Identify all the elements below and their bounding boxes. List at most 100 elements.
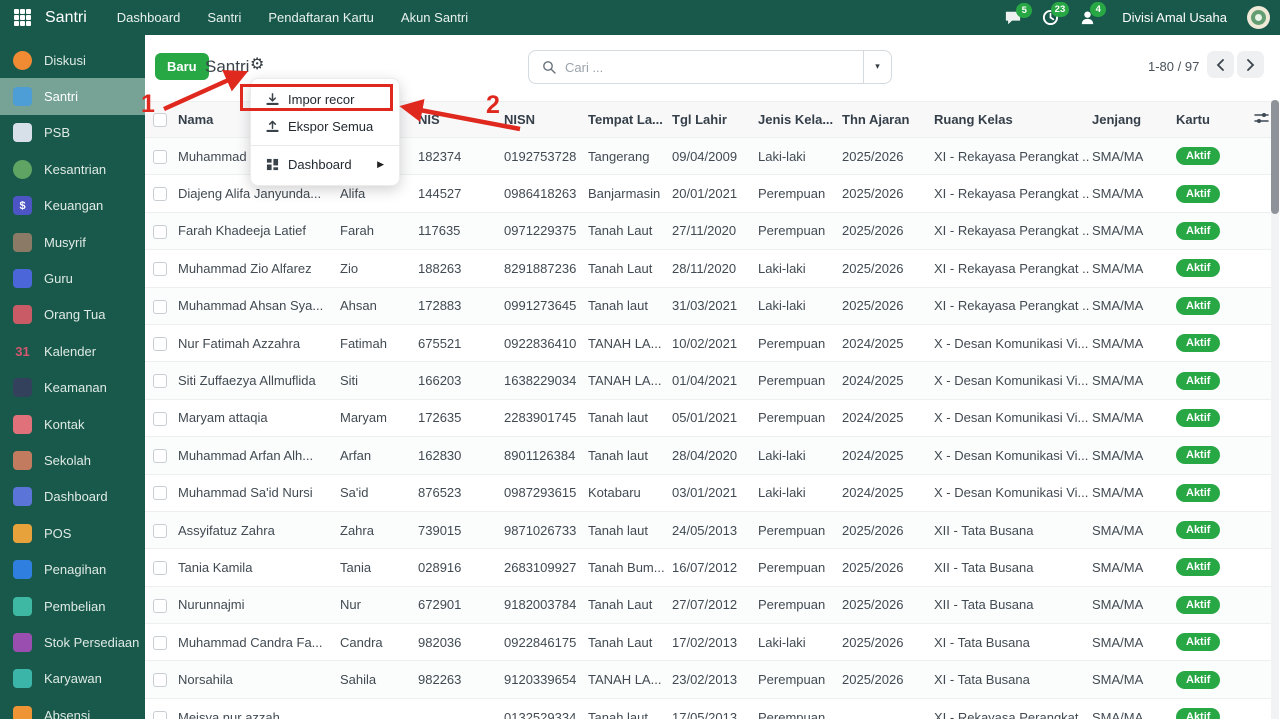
row-checkbox[interactable] — [153, 336, 167, 351]
sidebar-item-orang-tua[interactable]: Orang Tua — [0, 297, 145, 333]
sidebar-item-kalender[interactable]: 31 Kalender — [0, 333, 145, 369]
table-row[interactable]: Norsahila Sahila 982263 9120339654 TANAH… — [145, 660, 1272, 699]
sidebar-item-keamanan[interactable]: Keamanan — [0, 370, 145, 406]
row-checkbox[interactable] — [153, 710, 167, 719]
nav-link-dashboard[interactable]: Dashboard — [117, 10, 181, 25]
nav-link-santri[interactable]: Santri — [207, 10, 241, 25]
col-header-nis[interactable]: NIS — [415, 101, 501, 138]
cell-tgl-lahir: 05/01/2021 — [669, 399, 755, 438]
scrollbar-thumb[interactable] — [1270, 100, 1279, 214]
cell-nickname: Zahra — [337, 511, 415, 550]
submenu-arrow-icon: ▶ — [377, 159, 384, 170]
table-row[interactable]: Muhammad Ahsan Sya... Ahsan 172883 09912… — [145, 287, 1272, 325]
list-settings-button[interactable] — [1251, 101, 1272, 138]
sidebar-item-kontak[interactable]: Kontak — [0, 406, 145, 442]
cell-tempat-lahir: Tanah Laut — [585, 623, 669, 662]
table-row[interactable]: Tania Kamila Tania 028916 2683109927 Tan… — [145, 548, 1272, 587]
search-box[interactable]: Cari ... ▾ — [528, 50, 892, 84]
table-row[interactable]: Assyifatuz Zahra Zahra 739015 9871026733… — [145, 511, 1272, 550]
sidebar-item-keuangan[interactable]: $ Keuangan — [0, 188, 145, 224]
col-header-thn-ajaran[interactable]: Thn Ajaran — [839, 101, 931, 138]
cell-ruang-kelas: X - Desan Komunikasi Vi... — [931, 474, 1089, 512]
new-button[interactable]: Baru — [155, 53, 209, 80]
prev-page-button[interactable] — [1207, 51, 1234, 78]
table-row[interactable]: Muhammad Zio Alfarez Zio 188263 82918872… — [145, 249, 1272, 288]
cell-tgl-lahir: 28/04/2020 — [669, 436, 755, 475]
table-row[interactable]: Muhammad Arfan Alh... Arfan 162830 89011… — [145, 436, 1272, 475]
table-row[interactable]: Siti Zuffaezya Allmuflida Siti 166203 16… — [145, 361, 1272, 400]
row-checkbox[interactable] — [153, 598, 167, 613]
gear-menu-icon[interactable]: ⚙ — [250, 54, 264, 73]
table-row[interactable]: Meisya nur azzah 0132529334 Tanah laut 1… — [145, 698, 1272, 719]
sidebar-item-penagihan[interactable]: Penagihan — [0, 551, 145, 587]
col-header-kartu[interactable]: Kartu — [1173, 101, 1251, 138]
row-checkbox[interactable] — [153, 299, 167, 314]
cell-jenjang: SMA/MA — [1089, 623, 1173, 662]
select-all-checkbox[interactable] — [153, 113, 167, 128]
sidebar-item-stok-persediaan[interactable]: Stok Persediaan — [0, 624, 145, 660]
search-input[interactable]: Cari ... — [565, 60, 863, 75]
sidebar-item-absensi[interactable]: Absensi — [0, 697, 145, 719]
row-checkbox[interactable] — [153, 449, 167, 464]
col-header-nisn[interactable]: NISN — [501, 101, 585, 138]
cell-nickname: Candra — [337, 623, 415, 662]
sidebar-item-karyawan[interactable]: Karyawan — [0, 661, 145, 697]
app-brand[interactable]: Santri — [45, 9, 87, 27]
menu-item-import[interactable]: Impor recor — [251, 86, 399, 113]
col-header-ruang-kelas[interactable]: Ruang Kelas — [931, 101, 1089, 138]
money-icon: $ — [13, 196, 32, 216]
sidebar-item-diskusi[interactable]: Diskusi — [0, 42, 145, 78]
sidebar-item-kesantrian[interactable]: Kesantrian — [0, 151, 145, 187]
sidebar-item-pembelian[interactable]: Pembelian — [0, 588, 145, 624]
sidebar-item-psb[interactable]: PSB — [0, 115, 145, 151]
col-header-jenis-kelamin[interactable]: Jenis Kela... — [755, 101, 839, 138]
row-checkbox[interactable] — [153, 486, 167, 501]
col-header-tgl-lahir[interactable]: Tgl Lahir — [669, 101, 755, 138]
user-activity-button[interactable]: 4 — [1079, 2, 1107, 26]
cell-tempat-lahir: Banjarmasin — [585, 174, 669, 213]
row-checkbox[interactable] — [153, 673, 167, 688]
sidebar-item-dashboard[interactable]: Dashboard — [0, 479, 145, 515]
search-options-caret[interactable]: ▾ — [863, 51, 891, 83]
nav-link-akun-santri[interactable]: Akun Santri — [401, 10, 468, 25]
table-row[interactable]: Muhammad Candra Fa... Candra 982036 0922… — [145, 623, 1272, 662]
menu-item-dashboard[interactable]: Dashboard ▶ — [251, 151, 399, 178]
sidebar-item-santri[interactable]: Santri — [0, 78, 145, 115]
next-page-button[interactable] — [1237, 51, 1264, 78]
row-checkbox[interactable] — [153, 149, 167, 164]
apps-grid-icon[interactable] — [14, 9, 31, 26]
parents-icon — [13, 305, 32, 325]
row-checkbox[interactable] — [153, 561, 167, 576]
cell-tgl-lahir: 24/05/2013 — [669, 511, 755, 550]
row-checkbox[interactable] — [153, 224, 167, 239]
table-row[interactable]: Farah Khadeeja Latief Farah 117635 09712… — [145, 212, 1272, 251]
table-row[interactable]: Muhammad Sa'id Nursi Sa'id 876523 098729… — [145, 474, 1272, 512]
avatar[interactable] — [1247, 6, 1270, 29]
nav-link-pendaftaran-kartu[interactable]: Pendaftaran Kartu — [268, 10, 374, 25]
col-header-jenjang[interactable]: Jenjang — [1089, 101, 1173, 138]
status-badge: Aktif — [1176, 633, 1221, 652]
purchase-icon — [13, 596, 32, 616]
sidebar-item-musyrif[interactable]: Musyrif — [0, 224, 145, 260]
row-checkbox[interactable] — [153, 523, 167, 538]
col-header-tempat-lahir[interactable]: Tempat La... — [585, 101, 669, 138]
menu-item-export[interactable]: Ekspor Semua — [251, 113, 399, 140]
status-badge: Aktif — [1176, 483, 1221, 502]
sidebar-item-sekolah[interactable]: Sekolah — [0, 442, 145, 478]
status-badge: Aktif — [1176, 521, 1221, 540]
recent-activity-button[interactable]: 23 — [1042, 2, 1070, 26]
row-checkbox[interactable] — [153, 187, 167, 202]
row-checkbox[interactable] — [153, 636, 167, 651]
row-checkbox[interactable] — [153, 374, 167, 389]
sidebar-item-guru[interactable]: Guru — [0, 260, 145, 296]
sidebar-item-pos[interactable]: POS — [0, 515, 145, 551]
row-checkbox[interactable] — [153, 411, 167, 426]
table-row[interactable]: Nur Fatimah Azzahra Fatimah 675521 09228… — [145, 324, 1272, 363]
table-row[interactable]: Nurunnajmi Nur 672901 9182003784 Tanah L… — [145, 586, 1272, 625]
chevron-left-icon — [1216, 58, 1224, 71]
chat-notifications-button[interactable]: 5 — [1004, 2, 1033, 26]
table-row[interactable]: Maryam attaqia Maryam 172635 2283901745 … — [145, 399, 1272, 438]
current-division-label[interactable]: Divisi Amal Usaha — [1122, 10, 1227, 25]
row-checkbox[interactable] — [153, 262, 167, 277]
cell-jenis-kelamin: Perempuan — [755, 361, 839, 400]
